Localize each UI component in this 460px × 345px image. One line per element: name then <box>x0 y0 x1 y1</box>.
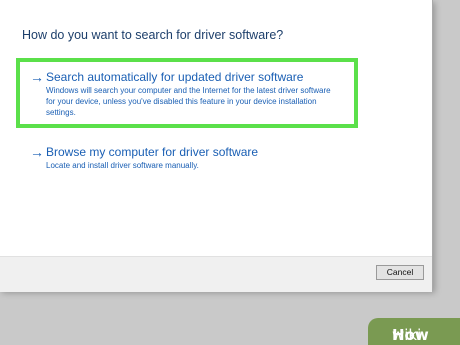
option-description-line: settings. <box>46 108 76 117</box>
dialog-footer <box>0 256 432 292</box>
update-drivers-dialog: How do you want to search for driver sof… <box>0 0 433 292</box>
option-description: Windows will search your computer and th… <box>46 85 331 118</box>
arrow-right-icon: → <box>30 144 44 160</box>
browse-computer-option[interactable]: → Browse my computer for driver software… <box>30 144 350 175</box>
option-title: Browse my computer for driver software <box>46 145 259 159</box>
arrow-right-icon: → <box>30 69 44 85</box>
option-title: Search automatically for updated driver … <box>46 70 304 84</box>
dialog-question: How do you want to search for driver sof… <box>22 28 284 42</box>
option-description-line: for your device, unless you've disabled … <box>46 97 317 106</box>
watermark-how: How <box>392 326 429 344</box>
cancel-button[interactable]: Cancel <box>376 265 424 280</box>
option-description: Locate and install driver software manua… <box>46 160 199 171</box>
search-automatically-option[interactable]: → Search automatically for updated drive… <box>30 69 350 126</box>
option-description-line: Locate and install driver software manua… <box>46 161 199 170</box>
wikihow-watermark: wiki How <box>368 318 460 345</box>
option-description-line: Windows will search your computer and th… <box>46 86 331 95</box>
